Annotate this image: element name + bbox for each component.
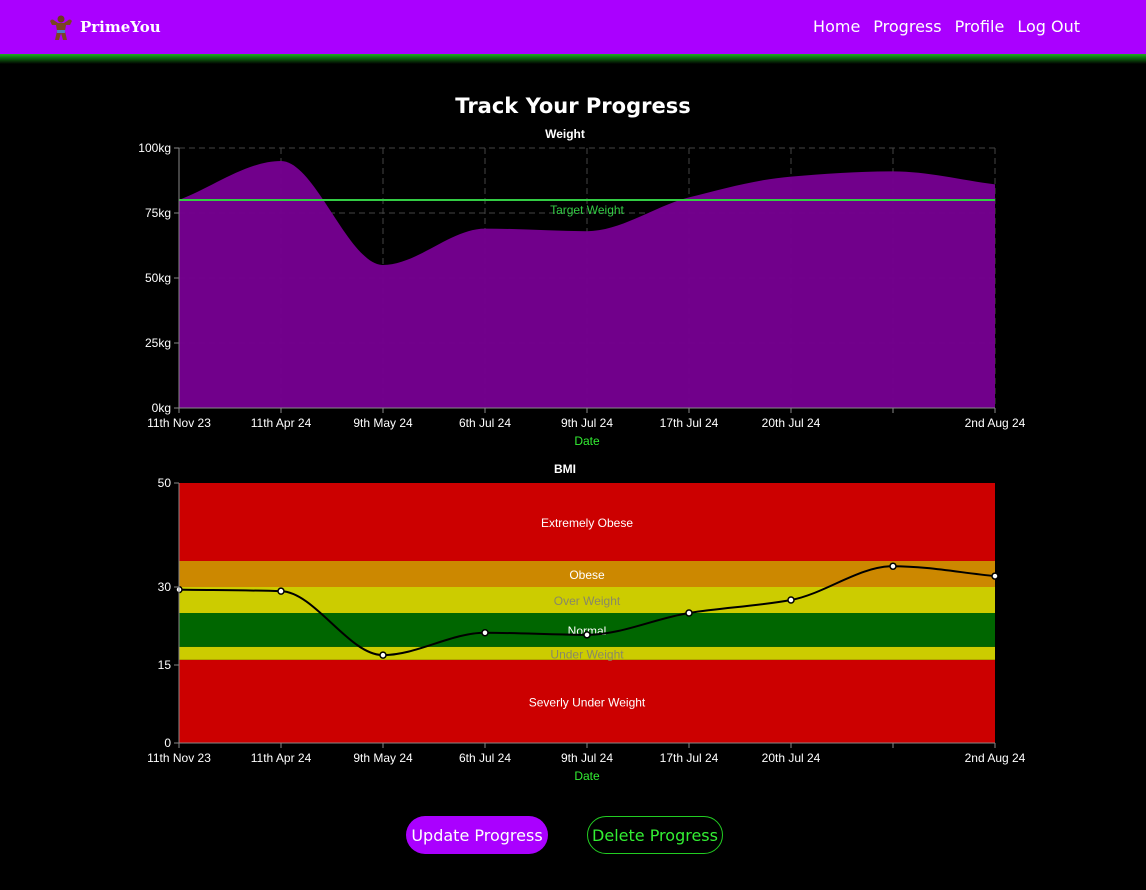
bmi-x-tick-label: 9th Jul 24: [561, 751, 613, 765]
weight-chart-title: Weight: [545, 127, 585, 141]
bmi-point: [685, 609, 693, 617]
nav-link-home[interactable]: Home: [813, 17, 860, 36]
bmi-point: [787, 596, 795, 604]
brand-name: PrimeYou: [80, 18, 161, 36]
nav-links: Home Progress Profile Log Out: [813, 17, 1080, 36]
weight-x-axis-label: Date: [574, 434, 600, 448]
bmi-point: [583, 631, 591, 639]
bmi-x-tick-label: 6th Jul 24: [459, 751, 511, 765]
weight-y-tick-label: 75kg: [145, 206, 171, 220]
page-title: Track Your Progress: [455, 94, 691, 118]
weight-x-tick-label: 11th Nov 23: [147, 416, 211, 430]
weight-x-tick-label: 11th Apr 24: [251, 416, 312, 430]
weight-chart: Weight Target Weight 0kg 25kg 50kg 75kg 100kg 1…: [138, 127, 1026, 448]
bmi-point: [481, 629, 489, 637]
bmi-band-label: Obese: [569, 568, 605, 582]
bmi-y-tick-label: 50: [158, 476, 172, 490]
bmi-band-label: Over Weight: [554, 594, 621, 608]
update-progress-button[interactable]: Update Progress: [406, 816, 548, 854]
weight-y-tick-label: 50kg: [145, 271, 171, 285]
weight-x-tick-label: 2nd Aug 24: [965, 416, 1026, 430]
bmi-band-label: Under Weight: [550, 647, 624, 661]
bmi-x-tick-label: 17th Jul 24: [660, 751, 719, 765]
bodybuilder-logo-icon: [50, 15, 72, 40]
bmi-point: [991, 572, 999, 580]
bmi-chart-title: BMI: [554, 462, 576, 476]
navbar-glow-divider: [0, 54, 1146, 64]
bmi-y-tick-label: 15: [158, 658, 172, 672]
navbar: PrimeYou Home Progress Profile Log Out: [0, 0, 1146, 54]
bmi-point: [379, 651, 387, 659]
bmi-band-label: Extremely Obese: [541, 516, 633, 530]
bmi-x-tick-label: 20th Jul 24: [762, 751, 821, 765]
nav-link-progress[interactable]: Progress: [873, 17, 941, 36]
weight-x-tick-label: 9th May 24: [353, 416, 413, 430]
bmi-y-tick-label: 0: [164, 736, 171, 750]
bmi-chart: BMISeverly Under WeightUnder WeightNorma…: [147, 462, 1026, 783]
nav-link-logout[interactable]: Log Out: [1017, 17, 1080, 36]
weight-x-tick-label: 6th Jul 24: [459, 416, 511, 430]
bmi-x-tick-label: 9th May 24: [353, 751, 413, 765]
bmi-y-tick-label: 30: [158, 580, 172, 594]
weight-y-tick-label: 100kg: [138, 141, 171, 155]
bmi-x-axis-label: Date: [574, 769, 600, 783]
bmi-x-tick-label: 2nd Aug 24: [965, 751, 1026, 765]
delete-progress-button[interactable]: Delete Progress: [587, 816, 723, 854]
bmi-point: [889, 562, 897, 570]
bmi-x-tick-label: 11th Nov 23: [147, 751, 211, 765]
bmi-point: [277, 587, 285, 595]
weight-x-tick-label: 9th Jul 24: [561, 416, 613, 430]
weight-x-tick-label: 17th Jul 24: [660, 416, 719, 430]
brand[interactable]: PrimeYou: [46, 12, 161, 42]
weight-x-tick-label: 20th Jul 24: [762, 416, 821, 430]
bmi-x-tick-label: 11th Apr 24: [251, 751, 312, 765]
weight-y-tick-label: 0kg: [152, 401, 171, 415]
weight-y-tick-label: 25kg: [145, 336, 171, 350]
nav-link-profile[interactable]: Profile: [955, 17, 1005, 36]
bmi-band-label: Severly Under Weight: [529, 695, 646, 709]
target-weight-label: Target Weight: [550, 203, 624, 217]
